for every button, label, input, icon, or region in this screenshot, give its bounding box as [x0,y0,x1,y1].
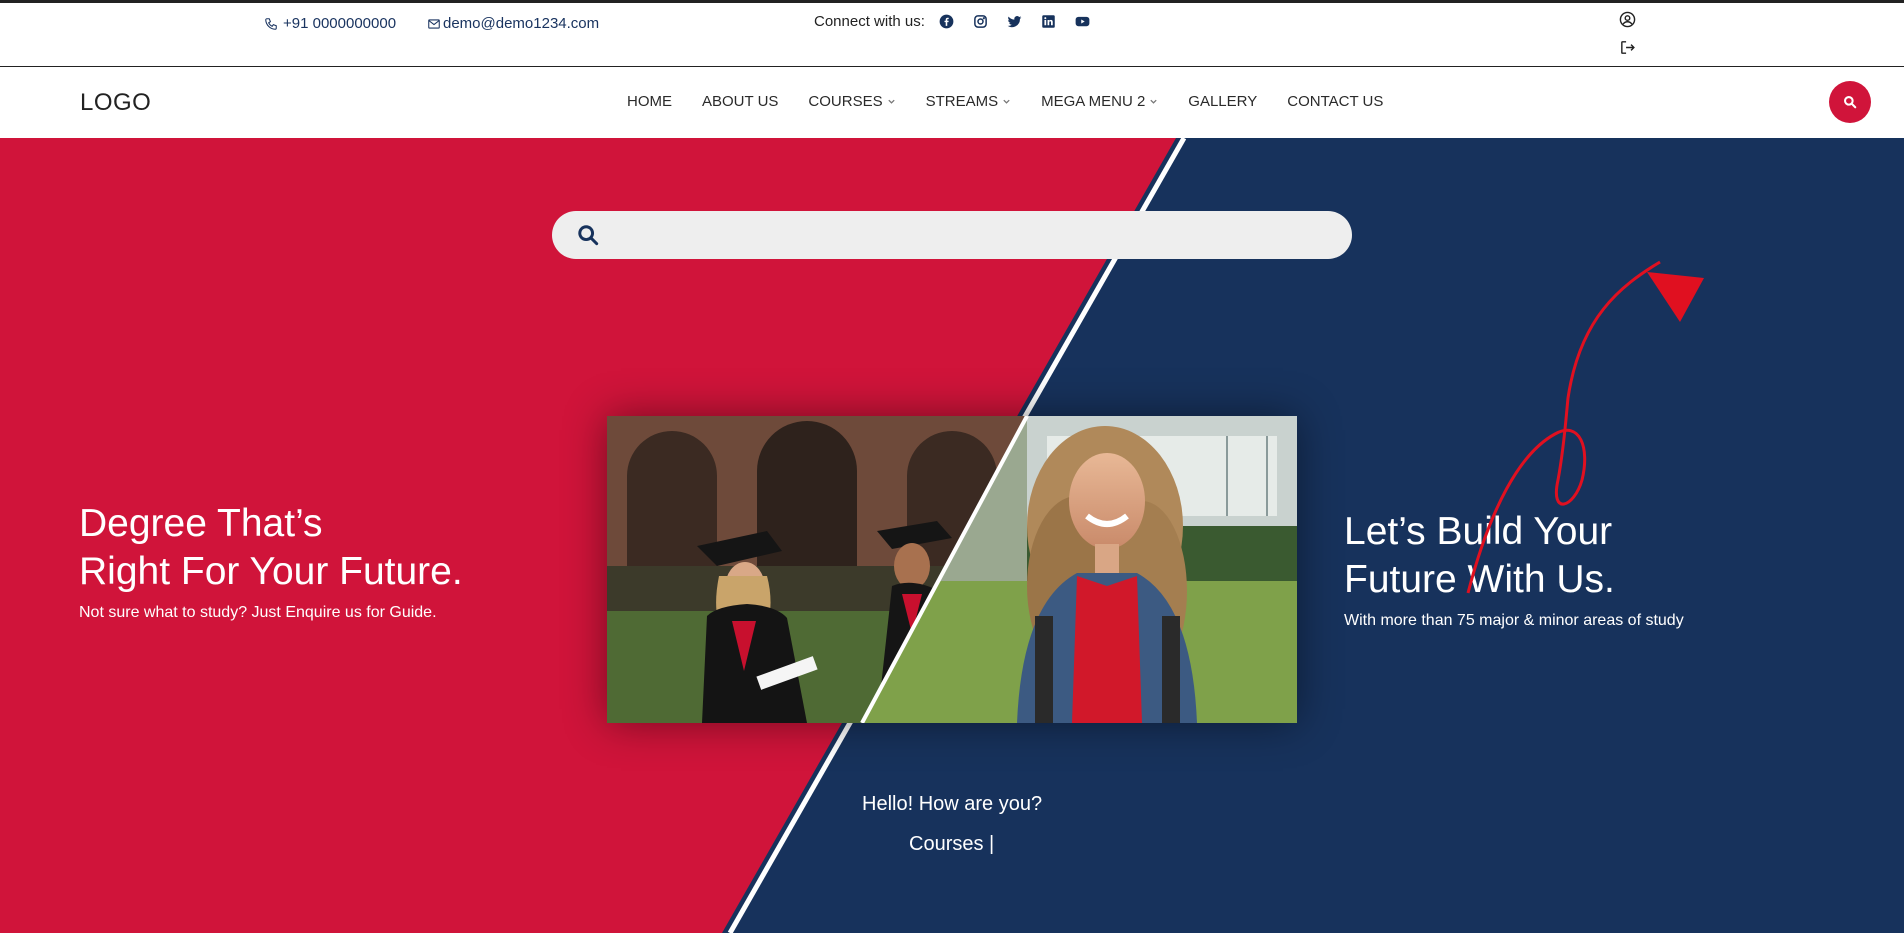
nav-item-mega-menu-2[interactable]: MEGA MENU 2 [1041,93,1158,110]
facebook-icon[interactable] [939,14,954,29]
students-photo [607,416,1297,723]
nav-item-label: COURSES [808,93,883,110]
left-heading-line: Degree That’s [79,502,323,545]
hero-search-input[interactable] [616,211,1336,259]
hero-section: Degree That’s Right For Your Future. Not… [0,138,1904,933]
nav-item-courses[interactable]: COURSES [808,93,895,110]
hero-photo-illustration [607,416,1297,723]
instagram-icon[interactable] [973,14,988,29]
nav-item-about-us[interactable]: ABOUT US [702,93,778,110]
account-links [1619,11,1636,56]
left-heading-line: Right For Your Future. [79,550,463,593]
social-links [939,14,1090,29]
linkedin-icon[interactable] [1041,14,1056,29]
search-icon [1844,96,1857,109]
left-hero-heading: Degree That’s Right For Your Future. [79,500,463,596]
nav-item-home[interactable]: HOME [627,93,672,110]
twitter-icon[interactable] [1007,14,1022,29]
nav-search-button[interactable] [1829,81,1871,123]
main-navbar: LOGO HOME ABOUT US COURSES STREAMS MEGA … [0,67,1904,138]
email-address: demo@demo1234.com [443,15,600,32]
nav-item-label: MEGA MENU 2 [1041,93,1146,110]
mail-icon [428,18,440,29]
top-bar: +91 0000000000 demo@demo1234.com Connect… [0,0,1904,67]
social-connect: Connect with us: [814,13,1090,30]
youtube-icon[interactable] [1075,14,1090,29]
nav-item-gallery[interactable]: GALLERY [1188,93,1257,110]
greeting-text: Hello! How are you? [862,793,1043,815]
chevron-down-icon [1150,99,1157,104]
search-icon [578,225,599,246]
connect-label: Connect with us: [814,13,925,30]
phone-number: +91 0000000000 [283,15,397,32]
nav-item-label: ABOUT US [702,93,779,110]
user-circle-icon[interactable] [1619,11,1636,28]
typing-text: Courses | [909,833,995,855]
logout-icon[interactable] [1619,39,1636,56]
nav-item-label: CONTACT US [1287,93,1384,110]
chevron-down-icon [887,99,895,104]
nav-item-contact-us[interactable]: CONTACT US [1287,93,1383,110]
phone-icon [265,17,277,30]
nav-menu: HOME ABOUT US COURSES STREAMS MEGA MENU … [627,93,1383,110]
nav-item-streams[interactable]: STREAMS [926,93,1012,110]
nav-item-label: GALLERY [1188,93,1258,110]
nav-item-label: HOME [627,93,672,110]
chevron-down-icon [1003,99,1010,104]
site-logo[interactable]: LOGO [80,89,151,117]
left-hero-subtext: Not sure what to study? Just Enquire us … [79,604,437,621]
phone-contact[interactable]: +91 0000000000 [264,15,396,32]
decorative-arrow-icon [1466,260,1704,594]
email-contact[interactable]: demo@demo1234.com [427,15,599,32]
hero-search-bar[interactable] [552,211,1352,259]
nav-item-label: STREAMS [925,93,999,110]
